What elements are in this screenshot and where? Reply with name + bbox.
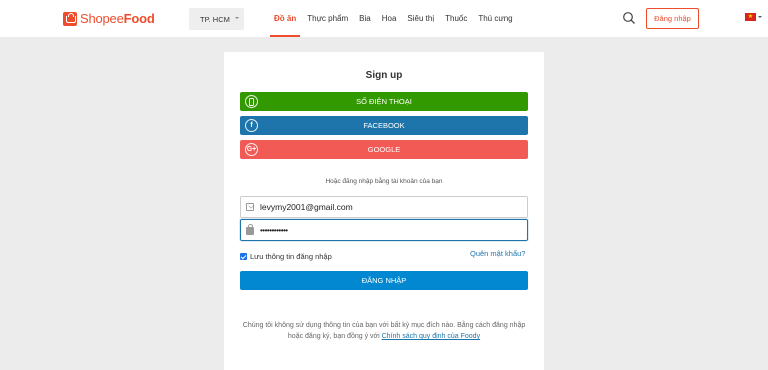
city-label: TP. HCM [200,14,230,24]
password-field[interactable]: •••••••••••• [240,219,528,241]
flag-star: ★ [747,14,754,20]
city-selector[interactable]: TP. HCM [189,8,244,30]
signup-card: Sign up SỐ ĐIỆN THOẠI f FACEBOOK G+ GOOG… [224,52,544,370]
nav-item-thuc-pham[interactable]: Thực phẩm [303,0,352,37]
login-submit-button[interactable]: ĐĂNG NHẬP [240,271,528,290]
remember-me-checkbox[interactable]: Lưu thông tin đăng nhập [240,252,332,261]
shopeefood-logo[interactable]: ShopeeFood [63,10,155,27]
logo-text-food: Food [123,11,155,26]
alt-login-text: Hoặc đăng nhập bằng tài khoản của bạn [325,178,443,185]
google-signup-button[interactable]: G+ GOOGLE [240,140,528,159]
nav-item-hoa[interactable]: Hoa [378,0,401,37]
nav-item-sieu-thi[interactable]: Siêu thị [403,0,438,37]
nav-item-do-an[interactable]: Đồ ăn [270,0,301,37]
signup-title: Sign up [365,70,403,81]
email-field[interactable]: levymy2001@gmail.com [240,196,528,218]
policy-link[interactable]: Chính sách quy định của Foody [382,333,480,340]
vietnam-flag-icon[interactable]: ★ [745,13,756,21]
google-button-label: GOOGLE [367,145,401,154]
chevron-down-icon [235,17,239,19]
email-value[interactable]: levymy2001@gmail.com [260,202,353,212]
forgot-password-link[interactable]: Quên mật khẩu? [470,249,525,258]
language-chevron-down-icon[interactable] [758,16,762,18]
facebook-icon-glyph: f [250,122,253,129]
top-header: ShopeeFood TP. HCM Đồ ăn Thực phẩm Bia H… [0,0,768,37]
nav-item-thu-cung[interactable]: Thú cưng [474,0,516,37]
facebook-signup-button[interactable]: f FACEBOOK [240,116,528,135]
nav-item-thuoc[interactable]: Thuốc [441,0,471,37]
checkbox-checked-icon[interactable] [240,253,247,260]
lock-icon [246,223,254,235]
category-nav: Đồ ăn Thực phẩm Bia Hoa Siêu thị Thuốc T… [270,0,520,37]
google-icon-glyph: G+ [246,146,257,153]
header-login-button[interactable]: Đăng nhập [646,8,699,29]
shopping-bag-icon [63,11,77,26]
facebook-icon: f [245,119,258,132]
logo-text-shopee: Shopee [80,11,124,26]
search-icon[interactable] [622,11,636,25]
phone-button-label: SỐ ĐIỆN THOẠI [356,97,412,106]
terms-text: Chúng tôi không sử dụng thông tin của bạ… [240,320,528,342]
nav-item-bia[interactable]: Bia [355,0,375,37]
remember-me-label: Lưu thông tin đăng nhập [250,252,332,261]
mail-icon [246,203,254,211]
password-value[interactable]: •••••••••••• [260,226,288,235]
phone-signup-button[interactable]: SỐ ĐIỆN THOẠI [240,92,528,111]
facebook-button-label: FACEBOOK [363,121,405,130]
phone-icon [245,95,258,108]
google-plus-icon: G+ [245,143,258,156]
